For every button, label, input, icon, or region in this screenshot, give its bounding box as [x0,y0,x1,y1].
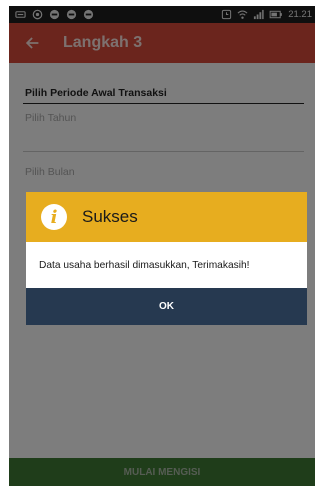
phone-screen: 21.21 Langkah 3 Pilih Periode Awal Trans… [9,6,315,486]
success-dialog: i Sukses Data usaha berhasil dimasukkan,… [26,192,307,325]
info-icon: i [41,204,67,230]
dialog-message: Data usaha berhasil dimasukkan, Terimaka… [39,260,250,271]
dialog-title: Sukses [82,207,138,226]
ok-button[interactable]: OK [26,288,307,325]
dialog-header: i Sukses [26,192,307,242]
